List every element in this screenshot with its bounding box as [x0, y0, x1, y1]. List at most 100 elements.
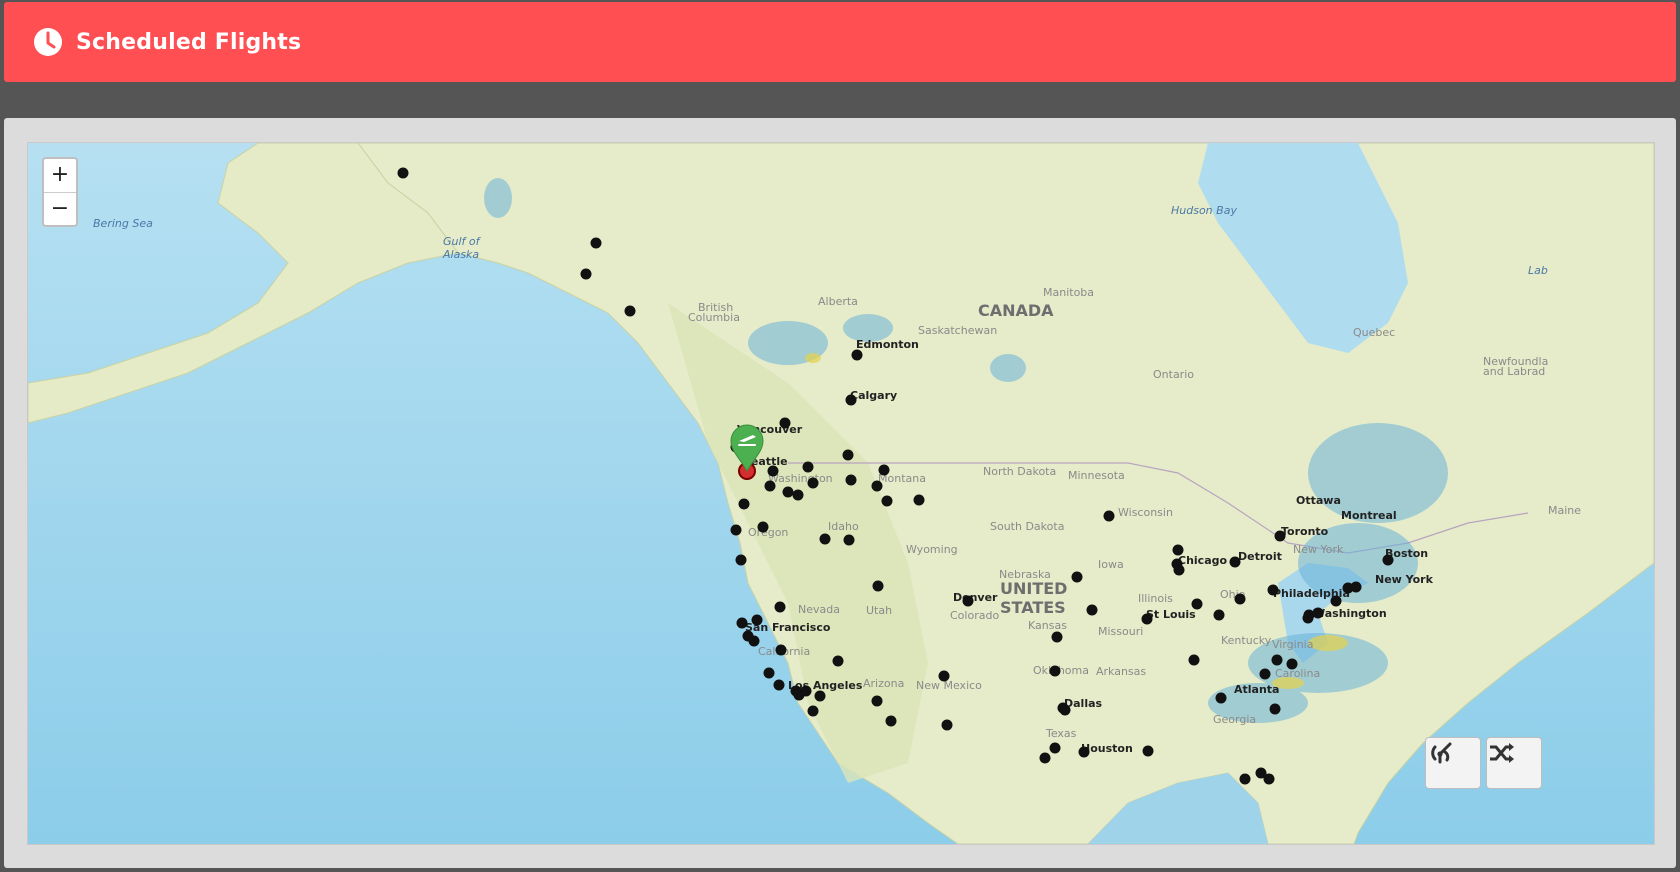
airport-dot[interactable]: [779, 417, 791, 429]
airport-dot[interactable]: [802, 461, 814, 473]
airport-dot[interactable]: [773, 679, 785, 691]
airport-dot[interactable]: [872, 580, 884, 592]
airport-dot[interactable]: [730, 524, 742, 536]
airport-dot[interactable]: [1172, 544, 1184, 556]
airport-dot[interactable]: [1078, 746, 1090, 758]
airport-dot[interactable]: [624, 305, 636, 317]
airport-dot[interactable]: [832, 655, 844, 667]
city-label: Montreal: [1341, 509, 1397, 522]
region-label: Wisconsin: [1118, 506, 1173, 519]
region-label: Manitoba: [1043, 286, 1094, 299]
zoom-out-button[interactable]: −: [44, 193, 76, 225]
region-label: South Dakota: [990, 520, 1064, 533]
water-label: Hudson Bay: [1171, 204, 1237, 217]
airport-dot[interactable]: [1142, 745, 1154, 757]
airport-dot[interactable]: [1269, 703, 1281, 715]
airport-dot[interactable]: [807, 705, 819, 717]
airport-dot[interactable]: [1191, 598, 1203, 610]
airport-dot[interactable]: [1049, 742, 1061, 754]
airport-dot[interactable]: [819, 533, 831, 545]
airport-dot[interactable]: [1350, 581, 1362, 593]
airport-dot[interactable]: [871, 695, 883, 707]
airport-dot[interactable]: [1141, 613, 1153, 625]
airport-dot[interactable]: [1267, 584, 1279, 596]
airport-dot[interactable]: [881, 495, 893, 507]
airport-dot[interactable]: [845, 394, 857, 406]
airport-dot[interactable]: [590, 237, 602, 249]
airport-dot[interactable]: [1188, 654, 1200, 666]
airport-dot[interactable]: [1263, 773, 1275, 785]
airport-dot[interactable]: [941, 719, 953, 731]
airport-dot[interactable]: [1274, 530, 1286, 542]
city-label: Ottawa: [1296, 494, 1341, 507]
airport-dot[interactable]: [885, 715, 897, 727]
airport-dot[interactable]: [1330, 595, 1342, 607]
airport-dot[interactable]: [871, 480, 883, 492]
airport-dot[interactable]: [1312, 607, 1324, 619]
shuffle-button[interactable]: [1486, 737, 1542, 789]
airport-dot[interactable]: [748, 635, 760, 647]
airport-dot[interactable]: [843, 534, 855, 546]
airport-dot[interactable]: [1213, 609, 1225, 621]
airport-dot[interactable]: [1086, 604, 1098, 616]
airport-dot[interactable]: [807, 477, 819, 489]
airport-dot[interactable]: [1071, 571, 1083, 583]
map-canvas[interactable]: Bering Sea Gulf ofAlaska Hudson Bay Lab CANA…: [28, 143, 1654, 844]
airport-dot[interactable]: [580, 268, 592, 280]
airport-dot[interactable]: [1215, 692, 1227, 704]
region-label: Carolina: [1275, 667, 1320, 680]
region-label: Arizona: [863, 677, 904, 690]
airport-dot[interactable]: [767, 465, 779, 477]
airport-dot[interactable]: [736, 617, 748, 629]
shuffle-icon: [1490, 743, 1514, 763]
airport-dot[interactable]: [774, 601, 786, 613]
airport-dot[interactable]: [1049, 665, 1061, 677]
airport-dot[interactable]: [845, 474, 857, 486]
airport-dot[interactable]: [1234, 593, 1246, 605]
airport-dot[interactable]: [735, 554, 747, 566]
region-label: Wyoming: [906, 543, 958, 556]
airport-dot[interactable]: [1302, 612, 1314, 624]
country-label: STATES: [1000, 598, 1066, 617]
airport-dot[interactable]: [738, 498, 750, 510]
satellite-view-button[interactable]: [1425, 737, 1481, 789]
zoom-in-button[interactable]: +: [44, 159, 76, 193]
region-label: Washington: [768, 472, 833, 485]
region-label: Nevada: [798, 603, 840, 616]
airport-dot[interactable]: [1239, 773, 1251, 785]
airport-dot[interactable]: [814, 690, 826, 702]
airport-dot[interactable]: [1173, 564, 1185, 576]
airport-dot[interactable]: [764, 480, 776, 492]
airport-dot[interactable]: [1259, 668, 1271, 680]
airport-dot[interactable]: [938, 670, 950, 682]
region-label: Arkansas: [1096, 665, 1146, 678]
airport-dot[interactable]: [763, 667, 775, 679]
airport-dot[interactable]: [1051, 631, 1063, 643]
region-label: Utah: [866, 604, 892, 617]
airport-dot[interactable]: [782, 486, 794, 498]
flight-map[interactable]: Bering Sea Gulf of Alaska Hudson Bay Lab CANA…: [27, 142, 1655, 845]
city-label: Denver: [953, 591, 998, 604]
airport-dot[interactable]: [842, 449, 854, 461]
page-title: Scheduled Flights: [76, 29, 302, 55]
airport-dot[interactable]: [913, 494, 925, 506]
region-label: Saskatchewan: [918, 324, 997, 337]
airport-dot[interactable]: [1229, 556, 1241, 568]
airport-dot[interactable]: [792, 489, 804, 501]
airport-dot[interactable]: [1103, 510, 1115, 522]
airport-dot[interactable]: [800, 685, 812, 697]
region-label: Illinois: [1138, 592, 1173, 605]
airport-dot[interactable]: [1039, 752, 1051, 764]
airport-dot[interactable]: [397, 167, 409, 179]
airport-dot[interactable]: [775, 644, 787, 656]
airport-dot[interactable]: [962, 595, 974, 607]
airport-dot[interactable]: [751, 614, 763, 626]
airport-dot[interactable]: [1271, 654, 1283, 666]
airport-dot[interactable]: [1286, 658, 1298, 670]
airport-dot[interactable]: [757, 521, 769, 533]
airport-dot[interactable]: [851, 349, 863, 361]
airport-dot[interactable]: [878, 464, 890, 476]
airport-dot[interactable]: [1059, 704, 1071, 716]
region-label: Oklahoma: [1033, 664, 1089, 677]
airport-dot[interactable]: [1382, 554, 1394, 566]
